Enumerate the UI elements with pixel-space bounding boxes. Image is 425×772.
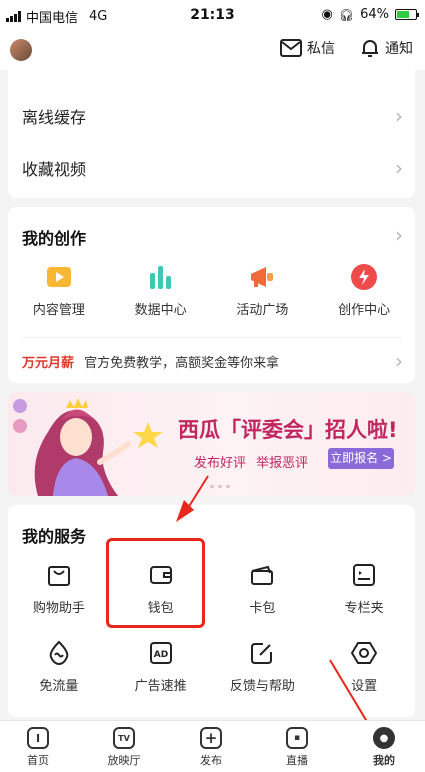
creator-center-button[interactable]: 创作中心 (313, 263, 415, 318)
bell-icon (362, 40, 378, 57)
status-bar: 中国电信 4G 21:13 ◉ 🎧︎ 64% (0, 0, 425, 30)
services-card: 我的服务 购物助手 钱包 卡包 专栏夹 免流量 AD 广告速推 反馈与帮助 设置 (8, 505, 415, 717)
banner-sub-praise: 发布好评 (194, 456, 247, 471)
tab-publish[interactable]: + 发布 (181, 727, 241, 768)
services-title: 我的服务 (22, 527, 87, 546)
settings-button[interactable]: 设置 (313, 639, 415, 694)
profile-header: 私信 通知 (0, 30, 425, 70)
tab-me[interactable]: ● 我的 (354, 727, 414, 768)
headphones-icon: 🎧︎ (338, 7, 355, 22)
creation-title: 我的创作 (22, 229, 87, 248)
free-data-button[interactable]: 免流量 (8, 639, 110, 694)
live-icon: ▪ (286, 727, 308, 749)
promo-highlight: 万元月薪 (22, 356, 75, 371)
tv-icon: TV (113, 727, 135, 749)
card-holder-icon (248, 561, 276, 589)
promo-banner[interactable]: 西瓜「评委会」招人啦! 发布好评 举报恶评 立即报名 > (8, 392, 415, 496)
svg-text:AD: AD (153, 650, 167, 660)
tab-live[interactable]: ▪ 直播 (267, 727, 327, 768)
battery-percent: 64% (360, 7, 389, 22)
content-management-button[interactable]: 内容管理 (8, 263, 110, 318)
home-icon: I (27, 727, 49, 749)
free-data-icon (45, 639, 73, 667)
banner-pager (198, 485, 230, 488)
column-folder-button[interactable]: 专栏夹 (313, 561, 415, 616)
data-center-button[interactable]: 数据中心 (110, 263, 212, 318)
data-center-icon (147, 263, 175, 291)
column-folder-icon (350, 561, 378, 589)
feedback-help-button[interactable]: 反馈与帮助 (212, 639, 314, 694)
banner-headline: 西瓜「评委会」招人啦! (178, 418, 398, 442)
battery-icon (395, 9, 419, 20)
rotation-lock-icon: ◉ (321, 7, 333, 22)
banner-sub-report: 举报恶评 (256, 456, 309, 471)
notifications-button[interactable]: 通知 (360, 38, 413, 58)
messages-label: 私信 (307, 41, 335, 57)
event-square-button[interactable]: 活动广场 (212, 263, 314, 318)
shopping-assistant-button[interactable]: 购物助手 (8, 561, 110, 616)
creator-promo[interactable]: 万元月薪 官方免费教学，高额奖金等你来拿 (22, 352, 279, 371)
content-management-icon (45, 263, 73, 291)
shopping-bag-icon (45, 561, 73, 589)
favorite-videos-label: 收藏视频 (22, 160, 87, 179)
promo-text: 官方免费教学，高额奖金等你来拿 (84, 356, 280, 371)
event-square-icon (248, 263, 276, 291)
tab-bar: I 首页 TV 放映厅 + 发布 ▪ 直播 ● 我的 (0, 720, 425, 772)
profile-icon: ● (373, 727, 395, 749)
ad-boost-icon: AD (147, 639, 175, 667)
chevron-right-icon: › (395, 349, 403, 373)
notifications-label: 通知 (385, 41, 413, 57)
creator-center-icon (350, 263, 378, 291)
favorite-videos-row[interactable]: 收藏视频 (22, 156, 401, 180)
chevron-right-icon[interactable]: › (395, 225, 403, 245)
chevron-right-icon: › (395, 156, 403, 180)
chevron-right-icon: › (395, 104, 403, 128)
offline-cache-label: 离线缓存 (22, 108, 87, 127)
plus-icon: + (200, 727, 222, 749)
top-list-card: 离线缓存 › 收藏视频 › (8, 70, 415, 198)
banner-illustration (13, 398, 163, 496)
signup-button[interactable]: 立即报名 > (328, 448, 394, 469)
creation-card: 我的创作 › 内容管理 数据中心 活动广场 创作中心 万元月薪 官方免费教学，高… (8, 207, 415, 383)
mail-icon (280, 39, 302, 57)
offline-cache-row[interactable]: 离线缓存 (22, 104, 401, 128)
tab-home[interactable]: I 首页 (8, 727, 68, 768)
settings-icon (350, 639, 378, 667)
ad-boost-button[interactable]: AD 广告速推 (110, 639, 212, 694)
card-holder-button[interactable]: 卡包 (212, 561, 314, 616)
messages-button[interactable]: 私信 (280, 38, 335, 58)
avatar[interactable] (10, 39, 32, 61)
wallet-highlight-box (106, 538, 205, 628)
feedback-icon (248, 639, 276, 667)
tab-theater[interactable]: TV 放映厅 (94, 727, 154, 768)
